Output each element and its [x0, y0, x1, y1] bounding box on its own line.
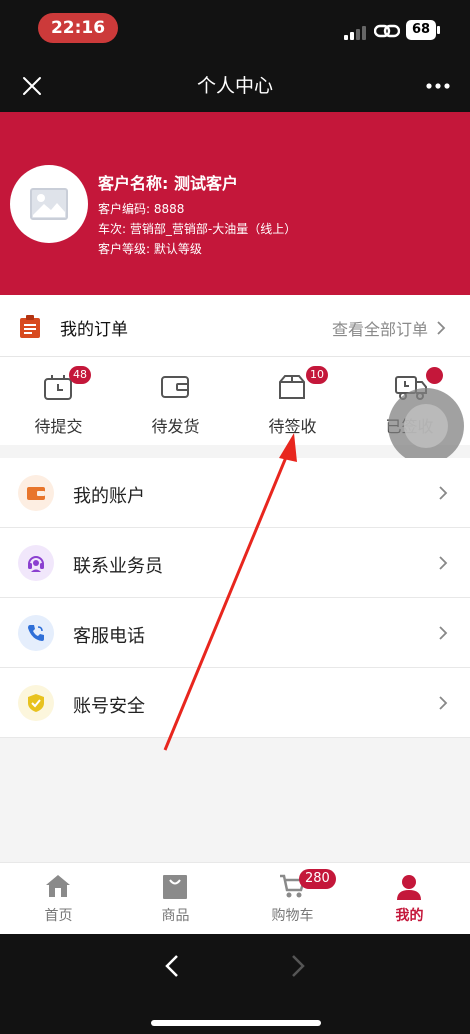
menu-item-label: 联系业务员	[73, 556, 163, 577]
phone-icon	[18, 615, 54, 651]
nav-bar: 个人中心	[0, 60, 470, 112]
tab-label: 我的	[395, 908, 424, 924]
orders-header: 我的订单 查看全部订单	[0, 295, 470, 357]
package-icon	[279, 375, 305, 399]
tab-mine[interactable]: 我的	[351, 863, 468, 935]
home-indicator[interactable]	[151, 1020, 321, 1026]
order-status-pending-receive[interactable]: 10 待签收	[234, 357, 351, 445]
chevron-right-icon	[437, 321, 446, 335]
forward-arrow-icon[interactable]	[286, 954, 308, 978]
assistive-touch-button[interactable]	[388, 388, 464, 464]
tab-home[interactable]: 首页	[0, 863, 117, 935]
cart-count-badge: 280	[299, 869, 336, 889]
headset-icon	[18, 545, 54, 581]
menu-item-account-security[interactable]: 账号安全	[0, 668, 470, 738]
tab-label: 首页	[44, 908, 73, 924]
chevron-right-icon	[439, 556, 448, 570]
customer-level: 客户等级: 默认等级	[98, 242, 202, 256]
home-icon	[46, 875, 70, 897]
status-time: 22:16	[38, 13, 118, 43]
battery-indicator: 68	[406, 20, 440, 40]
menu-item-service-phone[interactable]: 客服电话	[0, 598, 470, 668]
avatar[interactable]	[10, 165, 88, 243]
order-status-label: 待签收	[268, 417, 317, 436]
status-bar: 22:16 68	[0, 0, 470, 60]
chevron-right-icon	[439, 626, 448, 640]
tab-products[interactable]: 商品	[117, 863, 234, 935]
order-status-label: 待发货	[151, 417, 200, 436]
customer-route: 车次: 营销部_营销部-大油量（线上）	[98, 222, 297, 236]
link-icon	[374, 24, 400, 38]
back-arrow-icon[interactable]	[162, 954, 184, 978]
chevron-right-icon	[439, 696, 448, 710]
bag-icon	[163, 875, 187, 899]
customer-name: 客户名称: 测试客户	[98, 174, 238, 193]
order-count-badge: 48	[69, 366, 91, 384]
tab-label: 商品	[161, 908, 190, 924]
orders-title: 我的订单	[60, 320, 128, 340]
browser-toolbar	[0, 934, 470, 1034]
order-status-label: 待提交	[34, 417, 83, 436]
signal-icon	[344, 24, 370, 40]
wallet-icon	[18, 475, 54, 511]
chevron-right-icon	[439, 486, 448, 500]
clipboard-icon	[20, 315, 40, 338]
user-icon	[397, 875, 421, 900]
menu-item-my-account[interactable]: 我的账户	[0, 458, 470, 528]
page-title: 个人中心	[196, 75, 273, 97]
order-count-badge: 10	[306, 366, 328, 384]
view-all-orders-label: 查看全部订单	[331, 320, 428, 339]
profile-header: 客户名称: 测试客户 客户编码: 8888 车次: 营销部_营销部-大油量（线上…	[0, 112, 470, 295]
shield-icon	[18, 685, 54, 721]
menu-item-label: 客服电话	[73, 626, 145, 647]
menu-list: 我的账户 联系业务员 客服电话 账号安全	[0, 458, 470, 738]
menu-item-label: 我的账户	[73, 486, 145, 507]
customer-code: 客户编码: 8888	[98, 202, 185, 216]
notification-dot	[426, 367, 443, 384]
image-placeholder-icon	[30, 188, 68, 220]
more-icon[interactable]	[426, 82, 450, 90]
wallet-box-icon	[161, 376, 189, 398]
tab-label: 购物车	[271, 908, 314, 924]
tab-cart[interactable]: 280 购物车	[234, 863, 351, 935]
menu-item-contact-salesperson[interactable]: 联系业务员	[0, 528, 470, 598]
tab-bar: 首页 商品 280 购物车 我的	[0, 862, 470, 934]
menu-item-label: 账号安全	[73, 696, 145, 717]
order-status-pending-ship[interactable]: 待发货	[117, 357, 234, 445]
order-status-pending-submit[interactable]: 48 待提交	[0, 357, 117, 445]
view-all-orders-link[interactable]: 查看全部订单	[332, 316, 446, 340]
